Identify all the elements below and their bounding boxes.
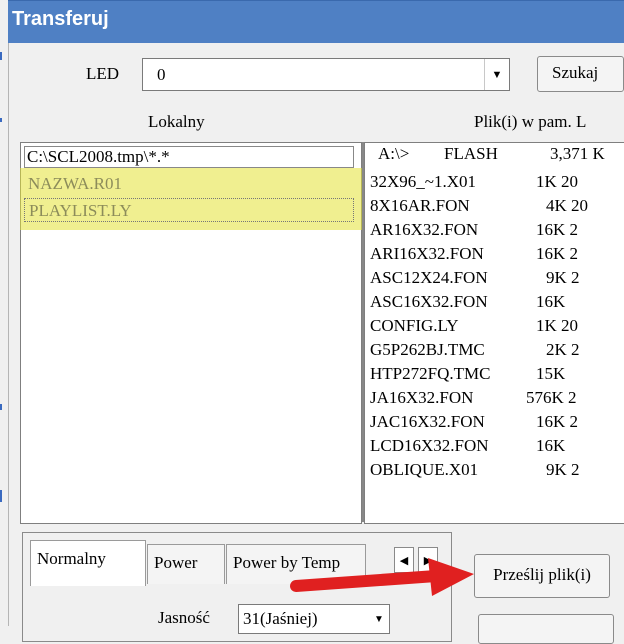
file-name: CONFIG.LY xyxy=(370,316,459,335)
file-name: OBLIQUE.X01 xyxy=(370,460,479,479)
file-size: 1K 20 xyxy=(536,316,579,335)
file-size: 9K 2 xyxy=(546,460,580,479)
local-path-field: C:\SCL2008.tmp\*.* xyxy=(24,146,354,168)
edge-mark xyxy=(0,490,2,502)
search-button-label: Szukaj xyxy=(552,63,599,82)
send-files-label: Prześlij plik(i) xyxy=(493,565,591,584)
drive-letter: A:\> xyxy=(378,144,410,163)
window-title: Transferuj xyxy=(12,8,109,30)
brightness-label: Jasność xyxy=(158,608,210,627)
file-size: 2K 2 xyxy=(546,340,580,359)
local-path: C:\SCL2008.tmp\*.* xyxy=(27,147,170,166)
file-name: ASC12X24.FON xyxy=(370,268,488,287)
file-name: JAC16X32.FON xyxy=(370,412,485,431)
list-divider xyxy=(362,142,364,522)
file-name: LCD16X32.FON xyxy=(370,436,489,455)
send-files-button[interactable]: Prześlij plik(i) xyxy=(474,554,610,598)
file-size: 9K 2 xyxy=(546,268,580,287)
file-size: 16K 2 xyxy=(536,244,579,263)
file-size: 16K xyxy=(536,292,566,311)
edge-mark xyxy=(0,118,2,122)
file-name: JA16X32.FON xyxy=(370,388,474,407)
file-size: 15K xyxy=(536,364,566,383)
list-item[interactable]: PLAYLIST.LY xyxy=(24,198,354,222)
brightness-value: 31(Jaśniej) xyxy=(243,609,318,628)
memory-free: 3,371 K xyxy=(550,144,605,163)
red-arrow-icon xyxy=(290,558,474,596)
memory-header: Plik(i) w pam. L xyxy=(474,112,587,131)
file-size: 4K 20 xyxy=(546,196,589,215)
led-select[interactable]: 0 ▼ xyxy=(142,58,510,91)
list-item[interactable]: NAZWA.R01 xyxy=(24,172,354,196)
search-button[interactable]: Szukaj xyxy=(537,56,624,92)
edge-mark xyxy=(0,52,2,60)
file-name: 32X96_~1.X01 xyxy=(370,172,477,191)
file-size: 16K 2 xyxy=(536,220,579,239)
file-name: HTP272FQ.TMC xyxy=(370,364,491,383)
file-size: 576K 2 xyxy=(526,388,577,407)
file-name: AR16X32.FON xyxy=(370,220,479,239)
tab-label: Power xyxy=(154,553,198,572)
memory-type: FLASH xyxy=(444,144,498,163)
led-value: 0 xyxy=(157,65,166,84)
tab-normalny[interactable]: Normalny xyxy=(30,540,146,586)
led-label: LED xyxy=(86,64,120,83)
window-left-border xyxy=(8,43,9,626)
file-size: 1K 20 xyxy=(536,172,579,191)
file-name: ASC16X32.FON xyxy=(370,292,488,311)
window-title-bar: Transferuj xyxy=(8,0,624,43)
brightness-select[interactable]: 31(Jaśniej) ▼ xyxy=(238,604,390,634)
file-size: 16K 2 xyxy=(536,412,579,431)
file-name: G5P262BJ.TMC xyxy=(370,340,485,359)
tab-label: Normalny xyxy=(37,549,106,568)
local-header: Lokalny xyxy=(148,112,205,131)
edge-mark xyxy=(0,404,2,410)
tab-power[interactable]: Power xyxy=(147,544,225,584)
file-name: ARI16X32.FON xyxy=(370,244,484,263)
chevron-down-icon[interactable]: ▼ xyxy=(484,59,509,90)
secondary-button[interactable] xyxy=(478,614,614,644)
file-size: 16K xyxy=(536,436,566,455)
chevron-down-icon[interactable]: ▼ xyxy=(369,605,389,633)
file-name: 8X16AR.FON xyxy=(370,196,470,215)
